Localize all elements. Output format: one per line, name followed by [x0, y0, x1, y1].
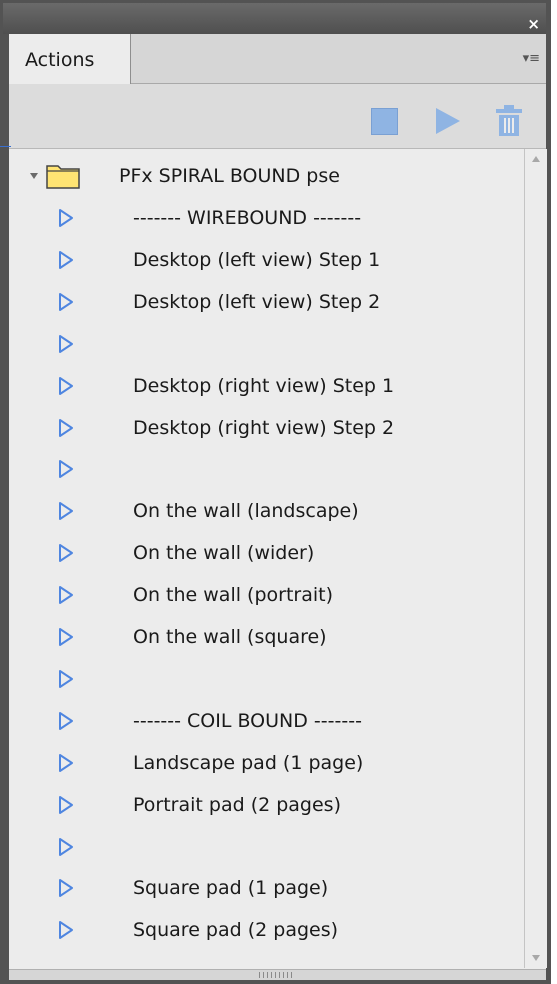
action-row[interactable]: Landscape pad (1 page) [9, 741, 524, 783]
play-action-icon [59, 670, 73, 688]
action-row[interactable]: ------- WIREBOUND ------- [9, 196, 524, 238]
action-row[interactable]: On the wall (portrait) [9, 573, 524, 615]
action-row[interactable]: Desktop (left view) Step 1 [9, 238, 524, 280]
close-icon[interactable]: × [527, 17, 540, 32]
play-action-icon [59, 293, 73, 311]
tab-strip: Actions ▾≡ [9, 34, 546, 84]
action-row[interactable] [9, 447, 524, 489]
stop-recording-icon[interactable] [371, 108, 398, 135]
action-label: Desktop (left view) Step 1 [133, 249, 381, 271]
resize-grip-icon[interactable] [259, 972, 295, 978]
scroll-down-icon[interactable] [532, 955, 540, 961]
folder-icon [46, 165, 80, 189]
action-label: On the wall (portrait) [133, 584, 333, 606]
action-row[interactable]: On the wall (landscape) [9, 489, 524, 531]
play-action-icon [59, 251, 73, 269]
action-label: On the wall (landscape) [133, 500, 359, 522]
panel-title-bar[interactable]: × [3, 3, 546, 34]
panel-bottom-bar [9, 969, 546, 980]
action-label: Square pad (2 pages) [133, 919, 339, 941]
action-row[interactable]: Square pad (2 pages) [9, 908, 524, 950]
play-action-icon [59, 712, 73, 730]
action-row[interactable]: Portrait pad (2 pages) [9, 783, 524, 825]
play-action-icon [59, 419, 73, 437]
divider-line [0, 146, 11, 147]
disclosure-triangle-icon[interactable] [30, 173, 38, 179]
action-row[interactable]: ------- COIL BOUND ------- [9, 699, 524, 741]
action-label: Square pad (1 page) [133, 877, 329, 899]
action-label: ------- COIL BOUND ------- [133, 710, 362, 732]
action-row[interactable]: On the wall (square) [9, 615, 524, 657]
play-action-icon [59, 377, 73, 395]
action-row[interactable]: Desktop (right view) Step 2 [9, 406, 524, 448]
action-row[interactable]: On the wall (wider) [9, 531, 524, 573]
play-action-icon [59, 628, 73, 646]
action-row[interactable] [9, 322, 524, 364]
play-action-icon [59, 796, 73, 814]
play-selection-icon[interactable] [433, 105, 463, 137]
scroll-up-icon[interactable] [532, 156, 540, 162]
play-action-icon [59, 335, 73, 353]
play-action-icon [59, 209, 73, 227]
action-label: Landscape pad (1 page) [133, 752, 364, 774]
action-set-row[interactable]: PFx SPIRAL BOUND pse [9, 154, 524, 196]
panel-content: PFx SPIRAL BOUND pse ------- WIREBOUND -… [0, 84, 547, 980]
action-row[interactable]: Desktop (left view) Step 2 [9, 280, 524, 322]
action-label: On the wall (square) [133, 626, 327, 648]
action-row[interactable] [9, 657, 524, 699]
action-row[interactable] [9, 825, 524, 867]
action-set-name: PFx SPIRAL BOUND pse [119, 165, 340, 187]
play-action-icon [59, 754, 73, 772]
action-label: Desktop (right view) Step 2 [133, 417, 395, 439]
tab-actions[interactable]: Actions [9, 34, 131, 84]
play-action-icon [59, 502, 73, 520]
action-label: On the wall (wider) [133, 542, 315, 564]
action-row[interactable]: Square pad (1 page) [9, 866, 524, 908]
action-label: ------- WIREBOUND ------- [133, 207, 362, 229]
actions-panel: × Actions ▾≡ PFx SPIRAL BOUND pse ------… [0, 0, 551, 984]
play-action-icon [59, 921, 73, 939]
panel-menu-icon[interactable]: ▾≡ [523, 51, 540, 66]
trash-icon[interactable] [495, 104, 523, 138]
play-action-icon [59, 544, 73, 562]
action-label: Portrait pad (2 pages) [133, 794, 341, 816]
play-action-icon [59, 586, 73, 604]
action-label: Desktop (left view) Step 2 [133, 291, 381, 313]
actions-list: PFx SPIRAL BOUND pse ------- WIREBOUND -… [9, 149, 524, 969]
play-action-icon [59, 838, 73, 856]
actions-toolbar [0, 84, 546, 149]
action-row[interactable]: Desktop (right view) Step 1 [9, 364, 524, 406]
play-action-icon [59, 460, 73, 478]
action-label: Desktop (right view) Step 1 [133, 375, 395, 397]
play-action-icon [59, 879, 73, 897]
vertical-scrollbar[interactable] [524, 149, 547, 968]
tab-actions-label: Actions [25, 49, 95, 71]
